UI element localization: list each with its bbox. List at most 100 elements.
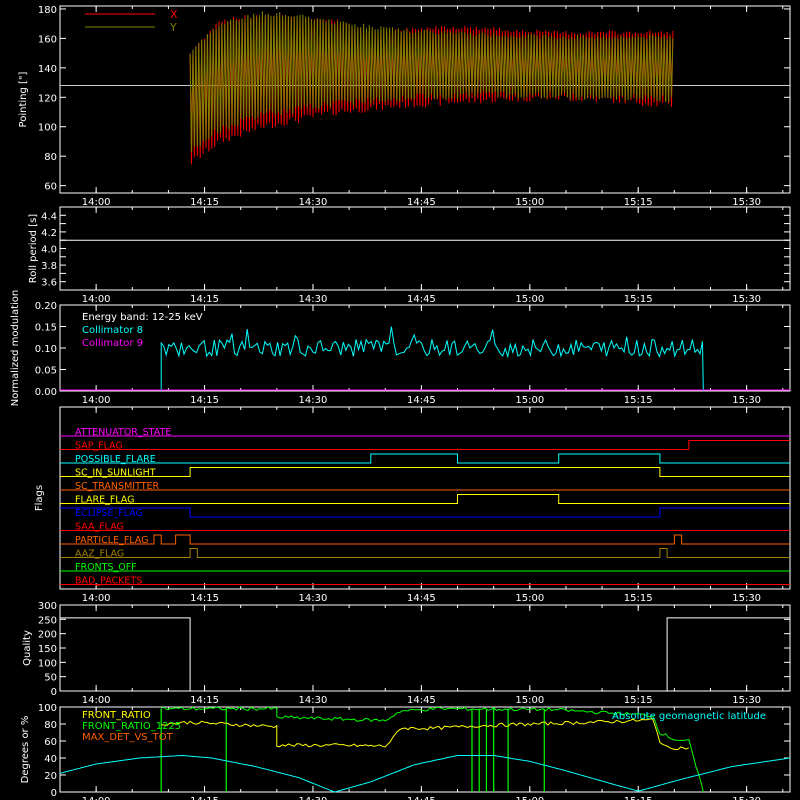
y-tick-label: 0.10 bbox=[35, 344, 57, 355]
y-axis-label: Roll period [s] bbox=[28, 214, 39, 283]
y-tick-label: 3.8 bbox=[41, 261, 57, 272]
x-tick-label: 14:15 bbox=[190, 395, 219, 406]
y-tick-label: 0.15 bbox=[35, 323, 57, 334]
x-tick-label: 15:00 bbox=[515, 796, 544, 800]
y-axis-label: Quality bbox=[22, 630, 33, 666]
panel-6: 14:00 14:15 14:30 14:45 15:00 15:15 15:30 0 20 40… bbox=[20, 703, 791, 800]
x-tick-label: 15:15 bbox=[624, 695, 653, 706]
panel-1: 14:00 14:15 14:30 14:45 15:00 15:15 15:30 60 80 1… bbox=[18, 5, 791, 208]
y-tick-label: 80 bbox=[44, 720, 57, 731]
y-tick-label: 0.00 bbox=[35, 387, 57, 398]
x-tick-label: 14:00 bbox=[82, 695, 111, 706]
y-tick-label: 40 bbox=[44, 754, 57, 765]
flag-line-aaz-flag bbox=[60, 548, 790, 558]
modulation-collimator-8-line bbox=[160, 326, 704, 392]
x-tick-label: 15:00 bbox=[515, 695, 544, 706]
y-tick-label: 3.6 bbox=[41, 278, 57, 289]
y-tick-label: 100 bbox=[38, 703, 57, 714]
x-tick-label: 15:15 bbox=[624, 593, 653, 604]
x-tick-label: 14:45 bbox=[407, 197, 436, 208]
legend-label-x: X bbox=[170, 8, 178, 21]
flag-line-sap-flag bbox=[60, 440, 790, 450]
x-tick-label: 14:45 bbox=[407, 294, 436, 305]
x-tick-label: 15:15 bbox=[624, 294, 653, 305]
x-tick-label: 14:00 bbox=[82, 197, 111, 208]
flag-line-possible-flare bbox=[60, 453, 790, 464]
y-tick-label: 100 bbox=[38, 123, 57, 134]
x-tick-label: 14:15 bbox=[190, 294, 219, 305]
x-tick-label: 14:00 bbox=[82, 593, 111, 604]
x-tick-label: 14:30 bbox=[299, 593, 328, 604]
panel-2: 14:00 14:15 14:30 14:45 15:00 15:15 15:30 3.6 3.… bbox=[28, 206, 791, 305]
x-tick-label: 14:30 bbox=[299, 294, 328, 305]
y-axis-label: Flags bbox=[34, 485, 45, 511]
legend-label-max-det-vs-tot: MAX_DET_VS_TOT bbox=[82, 732, 174, 743]
x-tick-label: 14:45 bbox=[407, 593, 436, 604]
y-tick-label: 4.2 bbox=[41, 228, 57, 239]
flag-line-flare-flag bbox=[60, 494, 790, 504]
panel-5: 14:00 14:15 14:30 14:45 15:00 15:15 15:30 0 50 10… bbox=[22, 601, 791, 706]
y-tick-label: 0.05 bbox=[35, 366, 57, 377]
x-tick-label: 14:30 bbox=[299, 197, 328, 208]
x-tick-label: 15:15 bbox=[624, 796, 653, 800]
x-tick-label: 14:15 bbox=[190, 593, 219, 604]
x-tick-label: 14:30 bbox=[299, 796, 328, 800]
x-tick-label: 14:15 bbox=[190, 197, 219, 208]
legend-label-collimator-8: Collimator 8 bbox=[82, 325, 143, 336]
x-tick-label: 15:00 bbox=[515, 294, 544, 305]
y-tick-label: 4.0 bbox=[41, 245, 57, 256]
y-tick-label: 50 bbox=[44, 673, 57, 684]
y-tick-label: 140 bbox=[38, 64, 57, 75]
x-tick-label: 14:30 bbox=[299, 395, 328, 406]
x-tick-label: 14:00 bbox=[82, 796, 111, 800]
legend-label-front-ratio-1225: FRONT_RATIO_1225 bbox=[82, 721, 181, 732]
y-tick-label: 150 bbox=[38, 644, 57, 655]
y-tick-label: 160 bbox=[38, 34, 57, 45]
flag-line-particle-flag bbox=[60, 534, 790, 545]
y-axis-label: Pointing ["] bbox=[18, 71, 29, 127]
x-tick-label: 14:45 bbox=[407, 395, 436, 406]
flag-label-eclipse-flag: ECLIPSE_FLAG bbox=[75, 508, 143, 519]
series-front-ratio-line bbox=[161, 718, 690, 750]
x-tick-label: 15:30 bbox=[732, 294, 761, 305]
y-tick-label: 100 bbox=[38, 658, 57, 669]
geomagnetic-latitude-label: Absolute geomagnetic latitude bbox=[612, 711, 766, 722]
series-absolute-geomagnetic-latitude-line bbox=[59, 754, 791, 793]
x-tick-label: 15:30 bbox=[732, 197, 761, 208]
x-tick-label: 15:00 bbox=[515, 593, 544, 604]
energy-band-annotation: Energy band: 12-25 keV bbox=[82, 312, 203, 323]
panel-frame bbox=[59, 206, 791, 291]
x-tick-label: 15:15 bbox=[624, 395, 653, 406]
x-tick-label: 14:00 bbox=[82, 294, 111, 305]
panel-frame bbox=[59, 5, 791, 194]
x-tick-label: 15:30 bbox=[732, 796, 761, 800]
x-tick-label: 14:45 bbox=[407, 695, 436, 706]
y-tick-label: 0 bbox=[51, 788, 57, 799]
y-axis-label: Normalized modulation bbox=[10, 290, 21, 407]
flag-line-eclipse-flag bbox=[60, 507, 790, 518]
x-tick-label: 14:30 bbox=[299, 695, 328, 706]
x-tick-label: 15:30 bbox=[732, 695, 761, 706]
x-tick-label: 15:30 bbox=[732, 593, 761, 604]
x-tick-label: 15:00 bbox=[515, 197, 544, 208]
y-tick-label: 4.4 bbox=[41, 211, 57, 222]
y-tick-label: 60 bbox=[44, 182, 57, 193]
y-axis-label: Degrees or % bbox=[20, 716, 31, 784]
y-tick-label: 180 bbox=[38, 5, 57, 16]
y-tick-label: 80 bbox=[44, 152, 57, 163]
y-tick-label: 60 bbox=[44, 737, 57, 748]
legend-label-front-ratio: FRONT_RATIO bbox=[82, 710, 151, 721]
rhessi-quicklook-chart: 14:00 14:15 14:30 14:45 15:00 15:15 15:30 60 80 1… bbox=[10, 5, 791, 800]
x-tick-label: 15:15 bbox=[624, 197, 653, 208]
panel-4: 14:00 14:15 14:30 14:45 15:00 15:15 15:30 Flags… bbox=[34, 406, 791, 604]
y-tick-label: 20 bbox=[44, 771, 57, 782]
panel-3: 14:00 14:15 14:30 14:45 15:00 15:15 15:30 0.00 0… bbox=[10, 290, 791, 407]
x-tick-label: 14:15 bbox=[190, 796, 219, 800]
x-tick-label: 14:00 bbox=[82, 395, 111, 406]
y-tick-label: 300 bbox=[38, 601, 57, 612]
x-tick-label: 14:15 bbox=[190, 695, 219, 706]
legend-label-y: Y bbox=[169, 21, 177, 34]
y-tick-label: 0 bbox=[51, 687, 57, 698]
x-tick-label: 15:00 bbox=[515, 395, 544, 406]
y-tick-label: 200 bbox=[38, 630, 57, 641]
